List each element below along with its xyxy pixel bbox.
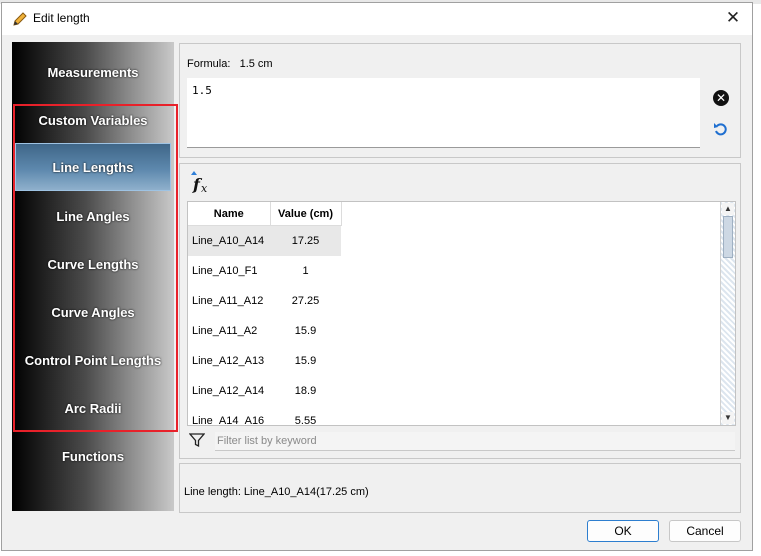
table-row[interactable]: Line_A10_F1 1 bbox=[188, 256, 341, 286]
formula-result: 1.5 cm bbox=[239, 58, 273, 70]
row-value: 27.25 bbox=[291, 295, 320, 307]
svg-text:x: x bbox=[201, 182, 208, 194]
formula-panel: Formula: 1.5 cm 1.5 ✕ bbox=[179, 43, 741, 158]
column-header-name[interactable]: Name bbox=[188, 202, 271, 226]
row-value: 1 bbox=[302, 265, 309, 277]
column-header-value[interactable]: Value (cm) bbox=[270, 202, 342, 226]
close-icon[interactable]: ✕ bbox=[722, 7, 744, 29]
filter-input[interactable] bbox=[215, 432, 735, 451]
row-name: Line_A10_F1 bbox=[192, 265, 258, 277]
row-value: 17.25 bbox=[270, 225, 341, 256]
status-panel: Line length: Line_A10_A14(17.25 cm) bbox=[179, 463, 741, 513]
variables-table[interactable]: Name Value (cm) Line_A10_A14 17.25 Line_… bbox=[187, 201, 736, 426]
row-name: Line_A11_A2 bbox=[192, 325, 258, 337]
row-name: Line_A12_A14 bbox=[192, 385, 265, 397]
sidebar-item-line-angles[interactable]: Line Angles bbox=[12, 192, 174, 240]
filter-icon bbox=[189, 433, 205, 448]
table-header-row: Name Value (cm) bbox=[188, 202, 342, 226]
sidebar-item-curve-angles[interactable]: Curve Angles bbox=[12, 288, 174, 336]
status-text: Line length: Line_A10_A14(17.25 cm) bbox=[184, 486, 369, 498]
cancel-button[interactable]: Cancel bbox=[669, 520, 741, 542]
ok-button[interactable]: OK bbox=[587, 520, 659, 542]
window-title: Edit length bbox=[33, 11, 90, 25]
scroll-thumb[interactable] bbox=[723, 216, 733, 258]
formula-label: Formula: bbox=[187, 58, 231, 70]
row-value: 18.9 bbox=[294, 385, 317, 397]
title-bar: Edit length ✕ bbox=[2, 3, 752, 35]
clear-icon[interactable]: ✕ bbox=[713, 90, 729, 106]
row-name: Line_A11_A12 bbox=[192, 295, 264, 307]
row-value: 5.55 bbox=[294, 415, 317, 426]
row-value: 15.9 bbox=[294, 325, 317, 337]
row-name: Line_A14_A16 bbox=[192, 415, 265, 426]
sidebar-item-custom-variables[interactable]: Custom Variables bbox=[12, 96, 174, 144]
formula-label-row: Formula: 1.5 cm bbox=[187, 58, 273, 70]
formula-input[interactable]: 1.5 bbox=[187, 78, 700, 148]
sidebar-item-curve-lengths[interactable]: Curve Lengths bbox=[12, 240, 174, 288]
sidebar-item-arc-radii[interactable]: Arc Radii bbox=[12, 384, 174, 432]
variables-panel: f x Name Value (cm) Line_A10_A14 17.25 L… bbox=[179, 163, 741, 459]
pencil-icon bbox=[13, 12, 27, 26]
scroll-up-icon[interactable]: ▲ bbox=[722, 203, 734, 215]
function-fx-icon[interactable]: f x bbox=[188, 170, 212, 194]
row-name: Line_A10_A14 bbox=[188, 225, 270, 256]
variable-category-sidebar: Measurements Custom Variables Line Lengt… bbox=[12, 42, 174, 511]
table-row[interactable]: Line_A14_A16 5.55 bbox=[188, 406, 341, 426]
sidebar-item-control-point-lengths[interactable]: Control Point Lengths bbox=[12, 336, 174, 384]
scroll-down-icon[interactable]: ▼ bbox=[722, 412, 734, 424]
sidebar-item-measurements[interactable]: Measurements bbox=[12, 48, 174, 96]
row-value: 15.9 bbox=[294, 355, 317, 367]
table-row[interactable]: Line_A12_A14 18.9 bbox=[188, 376, 341, 406]
table-row[interactable]: Line_A10_A14 17.25 bbox=[188, 225, 341, 256]
table-row[interactable]: Line_A12_A13 15.9 bbox=[188, 346, 341, 376]
sidebar-item-line-lengths[interactable]: Line Lengths bbox=[15, 143, 171, 191]
sidebar-item-functions[interactable]: Functions bbox=[12, 432, 174, 480]
table-scrollbar[interactable]: ▲ ▼ bbox=[720, 202, 735, 425]
table-row[interactable]: Line_A11_A12 27.25 bbox=[188, 286, 341, 316]
table-row[interactable]: Line_A11_A2 15.9 bbox=[188, 316, 341, 346]
row-name: Line_A12_A13 bbox=[192, 355, 265, 367]
undo-icon[interactable] bbox=[712, 120, 730, 138]
